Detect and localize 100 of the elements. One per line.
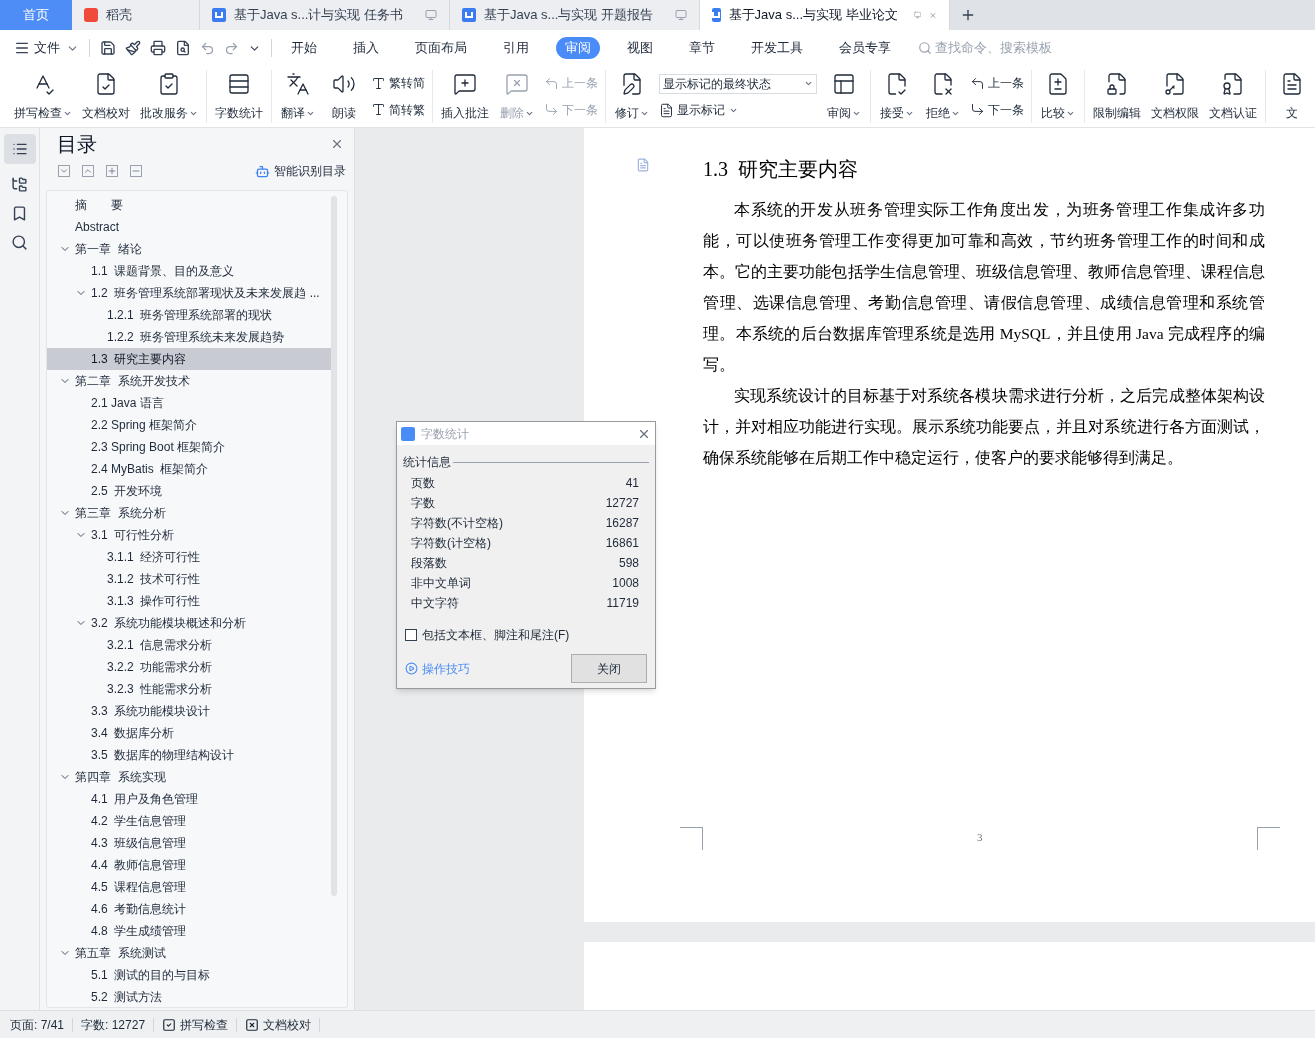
save-icon[interactable] bbox=[100, 40, 116, 56]
ribbon-button[interactable]: 繁转简 bbox=[371, 74, 425, 93]
ribbon-button[interactable]: 下一条 bbox=[970, 100, 1024, 119]
toc-item[interactable]: 3.1.2 技术可行性 bbox=[47, 568, 331, 590]
ribbon-tab[interactable]: 引用 bbox=[494, 37, 538, 59]
spell-check-button[interactable]: 拼写检查 bbox=[162, 1015, 229, 1034]
ribbon-button[interactable]: 比较 bbox=[1036, 70, 1080, 123]
toc-item[interactable]: 1.1 课题背景、目的及意义 bbox=[47, 260, 331, 282]
toc-item[interactable]: Abstract bbox=[47, 216, 331, 238]
ribbon-tab[interactable]: 视图 bbox=[618, 37, 662, 59]
toc-item[interactable]: 2.1 Java 语言 bbox=[47, 392, 331, 414]
ribbon-tab[interactable]: 开发工具 bbox=[742, 37, 812, 59]
toc-item[interactable]: 2.2 Spring 框架简介 bbox=[47, 414, 331, 436]
page-indicator[interactable]: 页面: 7/41 bbox=[10, 1015, 65, 1034]
toc-item[interactable]: 第四章 系统实现 bbox=[47, 766, 331, 788]
ribbon-button[interactable]: 文档认证 bbox=[1205, 70, 1261, 123]
ribbon-button[interactable]: 拼写检查 bbox=[10, 70, 76, 123]
toc-item[interactable]: 4.2 学生信息管理 bbox=[47, 810, 331, 832]
ribbon-button[interactable]: 修订 bbox=[610, 70, 654, 123]
ribbon-tab[interactable]: 开始 bbox=[282, 37, 326, 59]
minus-icon[interactable] bbox=[130, 165, 142, 177]
include-checkbox[interactable]: 包括文本框、脚注和尾注(F) bbox=[397, 626, 655, 644]
print-preview-icon[interactable] bbox=[175, 40, 191, 56]
bookmark-icon[interactable] bbox=[11, 205, 28, 222]
tab[interactable]: 基于Java s...与实现 毕业论文 bbox=[700, 0, 950, 30]
ribbon-tab[interactable]: 章节 bbox=[680, 37, 724, 59]
tab[interactable]: 基于Java s...与实现 开题报告 bbox=[450, 0, 700, 30]
toc-item[interactable]: 5.2 测试方法 bbox=[47, 986, 331, 1007]
toc-item[interactable]: 第五章 系统测试 bbox=[47, 942, 331, 964]
undo-icon[interactable] bbox=[200, 40, 215, 56]
toc-item[interactable]: 3.2.2 功能需求分析 bbox=[47, 656, 331, 678]
tab[interactable]: 基于Java s...计与实现 任务书 bbox=[200, 0, 450, 30]
search-icon[interactable] bbox=[11, 234, 28, 251]
toc-item[interactable]: 5.1 测试的目的与目标 bbox=[47, 964, 331, 986]
monitor-icon[interactable] bbox=[913, 9, 921, 21]
ribbon-button[interactable]: 朗读 bbox=[322, 70, 366, 123]
brush-icon[interactable] bbox=[125, 40, 141, 56]
toc-item[interactable]: 3.4 数据库分析 bbox=[47, 722, 331, 744]
ribbon-button[interactable]: 简转繁 bbox=[371, 100, 425, 119]
ribbon-button[interactable]: 接受 bbox=[875, 70, 919, 123]
toc-item[interactable]: 4.4 教师信息管理 bbox=[47, 854, 331, 876]
search-field[interactable]: 查找命令、搜索模板 bbox=[918, 38, 1085, 58]
smart-toc-button[interactable]: 智能识别目录 bbox=[255, 162, 348, 180]
menu-icon[interactable] bbox=[14, 40, 30, 56]
toc-item[interactable]: 2.4 MyBatis 框架简介 bbox=[47, 458, 331, 480]
toc-item[interactable]: 4.3 班级信息管理 bbox=[47, 832, 331, 854]
document-icon[interactable] bbox=[636, 158, 650, 172]
toc-item[interactable]: 4.8 学生成绩管理 bbox=[47, 920, 331, 942]
ribbon-button[interactable]: 审阅 bbox=[822, 70, 866, 123]
redo-icon[interactable] bbox=[224, 40, 239, 56]
file-menu[interactable]: 文件 bbox=[34, 38, 60, 58]
ribbon-tab[interactable]: 页面布局 bbox=[406, 37, 476, 59]
toc-item[interactable]: 2.5 开发环境 bbox=[47, 480, 331, 502]
toc-item[interactable]: 4.5 课程信息管理 bbox=[47, 876, 331, 898]
structure-icon[interactable] bbox=[11, 176, 28, 193]
toc-item[interactable]: 3.1.1 经济可行性 bbox=[47, 546, 331, 568]
printer-icon[interactable] bbox=[150, 40, 166, 56]
ribbon-button[interactable]: 文 bbox=[1270, 70, 1314, 123]
close-icon[interactable] bbox=[330, 137, 344, 151]
close-button[interactable]: 关闭 bbox=[571, 654, 647, 683]
ribbon-button[interactable]: 插入批注 bbox=[437, 70, 493, 123]
toc-item[interactable]: 3.1.3 操作可行性 bbox=[47, 590, 331, 612]
ribbon-button[interactable]: 显示标记 bbox=[659, 101, 817, 120]
toc-item[interactable]: 1.3 研究主要内容 bbox=[47, 348, 331, 370]
monitor-icon[interactable] bbox=[675, 9, 687, 21]
toc-item[interactable]: 摘 要 bbox=[47, 194, 331, 216]
toc-item[interactable]: 1.2.1 班务管理系统部署的现状 bbox=[47, 304, 331, 326]
toc-item[interactable]: 第二章 系统开发技术 bbox=[47, 370, 331, 392]
toc-item[interactable]: 3.5 数据库的物理结构设计 bbox=[47, 744, 331, 766]
toc-nav-button[interactable] bbox=[3, 134, 36, 164]
toc-item[interactable]: 第一章 绪论 bbox=[47, 238, 331, 260]
toc-item[interactable]: 1.2.2 班务管理系统未来发展趋势 bbox=[47, 326, 331, 348]
collapse-icon[interactable] bbox=[58, 165, 70, 177]
ribbon-tab[interactable]: 会员专享 bbox=[830, 37, 900, 59]
toc-item[interactable]: 3.3 系统功能模块设计 bbox=[47, 700, 331, 722]
ribbon-button[interactable]: 翻译 bbox=[276, 70, 320, 123]
new-tab-icon[interactable] bbox=[960, 7, 976, 23]
toc-item[interactable]: 3.2 系统功能模块概述和分析 bbox=[47, 612, 331, 634]
toc-item[interactable]: 第三章 系统分析 bbox=[47, 502, 331, 524]
markup-select[interactable]: 显示标记的最终状态 bbox=[659, 73, 817, 94]
expand-icon[interactable] bbox=[82, 165, 94, 177]
ribbon-button[interactable]: 上一条 bbox=[970, 74, 1024, 93]
plus-icon[interactable] bbox=[106, 165, 118, 177]
toc-item[interactable]: 3.2.1 信息需求分析 bbox=[47, 634, 331, 656]
proofread-button[interactable]: 文档校对 bbox=[245, 1015, 312, 1034]
ribbon-button[interactable]: 限制编辑 bbox=[1089, 70, 1145, 123]
toc-item[interactable]: 2.3 Spring Boot 框架简介 bbox=[47, 436, 331, 458]
toc-item[interactable]: 3.2.3 性能需求分析 bbox=[47, 678, 331, 700]
ribbon-button[interactable]: 文档权限 bbox=[1147, 70, 1203, 123]
ribbon-button[interactable]: 批改服务 bbox=[136, 70, 202, 123]
ribbon-button[interactable]: 字数统计 bbox=[211, 70, 267, 123]
ribbon-tab[interactable]: 插入 bbox=[344, 37, 388, 59]
toc-item[interactable]: 3.1 可行性分析 bbox=[47, 524, 331, 546]
word-count[interactable]: 字数: 12727 bbox=[81, 1015, 146, 1034]
scrollbar[interactable] bbox=[331, 196, 337, 896]
ribbon-button[interactable]: 文档校对 bbox=[78, 70, 134, 123]
toc-item[interactable]: 1.2 班务管理系统部署现状及未来发展趋 ... bbox=[47, 282, 331, 304]
toc-item[interactable]: 4.1 用户及角色管理 bbox=[47, 788, 331, 810]
ribbon-button[interactable]: 拒绝 bbox=[921, 70, 965, 123]
monitor-icon[interactable] bbox=[425, 9, 437, 21]
